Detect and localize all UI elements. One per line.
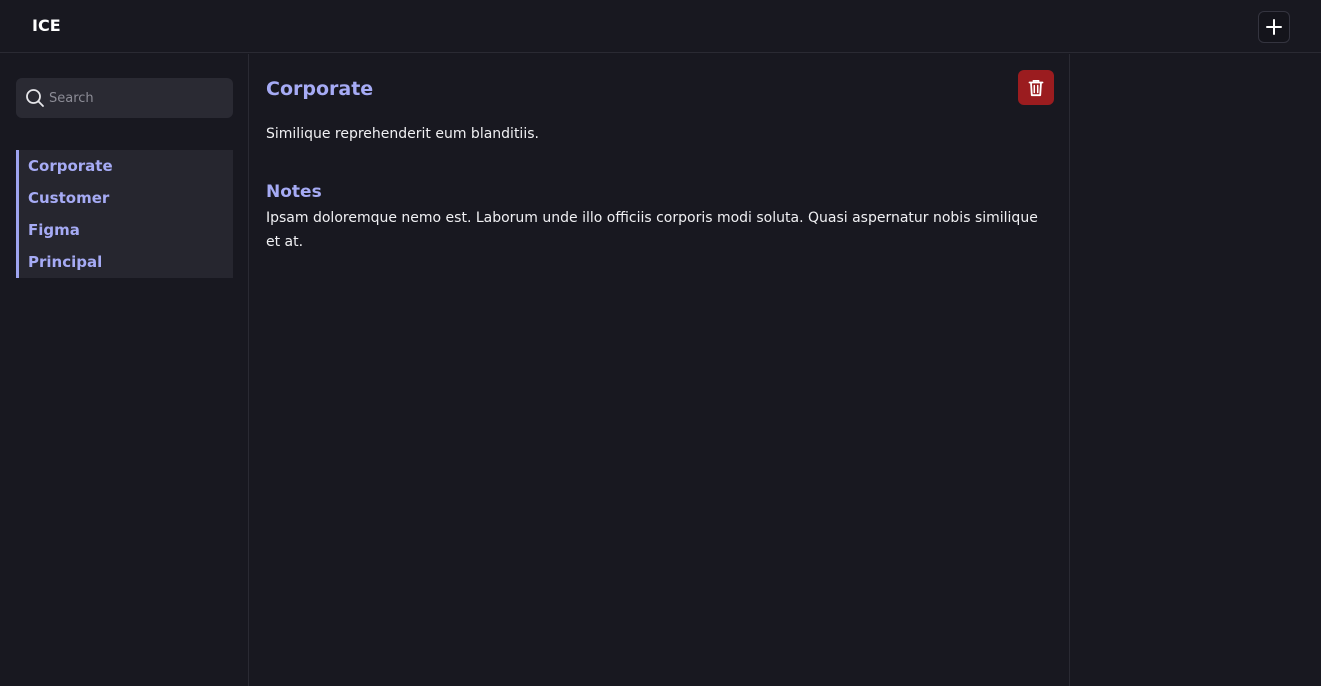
sidebar-item-principal[interactable]: Principal <box>19 246 233 278</box>
sidebar-item-customer[interactable]: Customer <box>19 182 233 214</box>
notes-text: Ipsam doloremque nemo est. Laborum unde … <box>266 210 1038 250</box>
plus-icon <box>1266 19 1282 35</box>
sidebar-item-corporate[interactable]: Corporate <box>19 150 233 182</box>
record-description: Similique reprehenderit eum blanditiis. <box>266 126 539 142</box>
search-box <box>16 78 233 118</box>
top-bar: ICE <box>0 0 1321 53</box>
record-title: Corporate <box>266 78 374 100</box>
notes-heading: Notes <box>266 182 322 202</box>
detail-panel: Corporate Similique reprehenderit eum bl… <box>250 54 1070 686</box>
sidebar: Corporate Customer Figma Principal <box>0 54 249 686</box>
right-panel <box>1071 54 1321 686</box>
add-button[interactable] <box>1258 11 1290 43</box>
search-input[interactable] <box>49 78 229 118</box>
search-icon <box>26 89 44 107</box>
app-title: ICE <box>32 16 61 35</box>
sidebar-item-figma[interactable]: Figma <box>19 214 233 246</box>
trash-icon <box>1028 79 1044 96</box>
delete-button[interactable] <box>1018 70 1054 105</box>
sidebar-nav: Corporate Customer Figma Principal <box>16 150 233 278</box>
